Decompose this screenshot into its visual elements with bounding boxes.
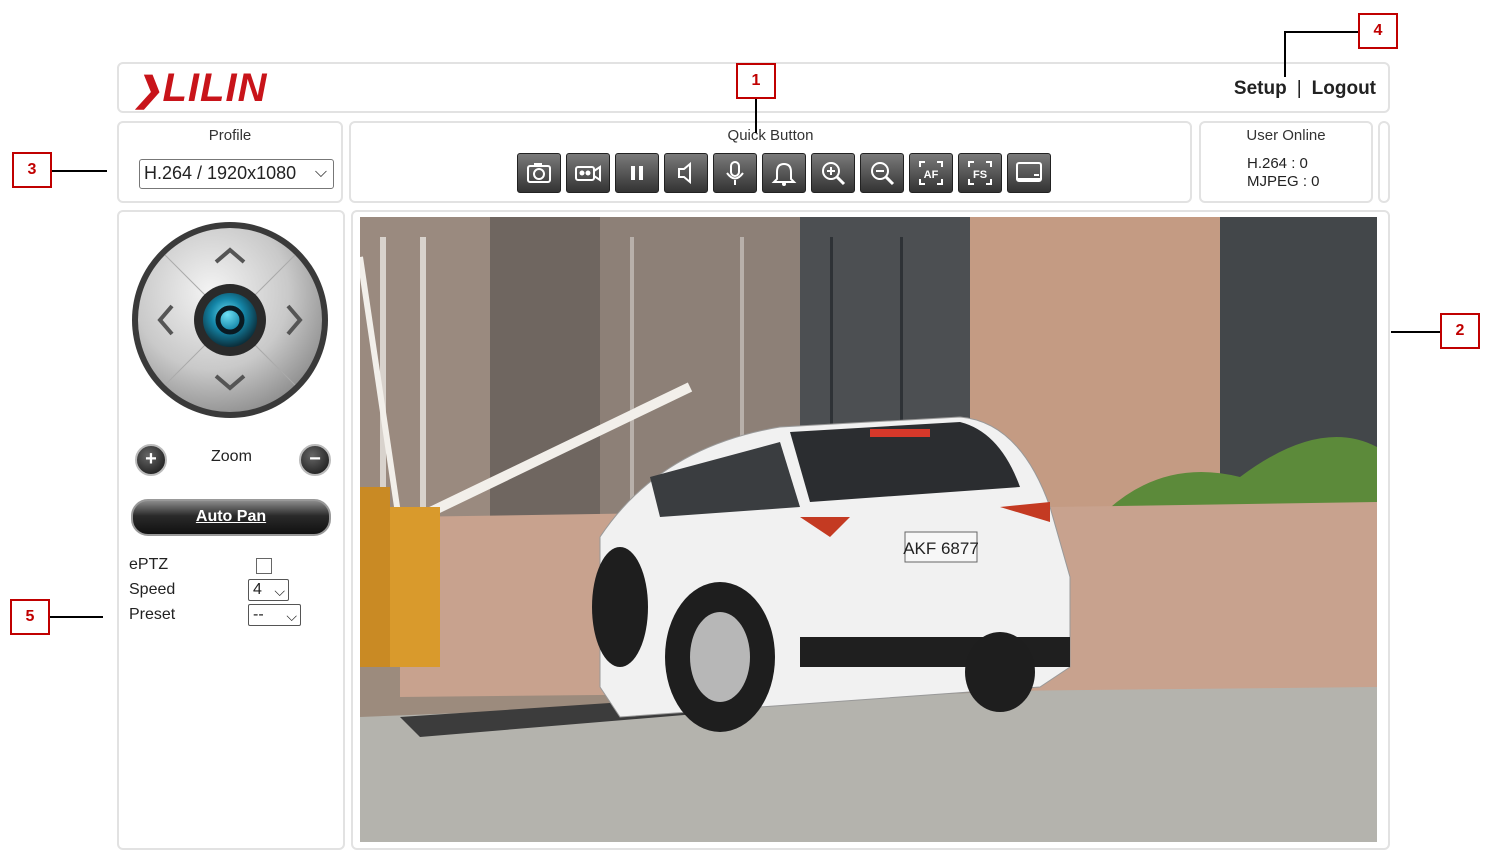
svg-text:AF: AF bbox=[924, 169, 939, 181]
header-links: Setup | Logout bbox=[1234, 78, 1376, 100]
callout-2-line bbox=[1391, 331, 1440, 333]
callout-1: 1 bbox=[736, 63, 776, 99]
callout-3: 3 bbox=[12, 152, 52, 188]
speed-label: Speed bbox=[129, 581, 176, 598]
autofocus-button[interactable]: AF bbox=[909, 153, 953, 193]
quick-button-title: Quick Button bbox=[727, 127, 814, 144]
speaker-icon bbox=[678, 161, 691, 185]
display-button[interactable] bbox=[1007, 153, 1051, 193]
chevron-down-icon: ⌵ bbox=[286, 608, 297, 624]
h264-count: H.264 : 0 bbox=[1247, 155, 1308, 172]
license-plate: AKF 6877 bbox=[903, 539, 979, 558]
eptz-label: ePTZ bbox=[129, 556, 169, 573]
autofocus-icon: AF bbox=[919, 161, 943, 185]
zoom-label: Zoom bbox=[211, 448, 252, 465]
user-online-counts: H.264 : 0 MJPEG : 0 bbox=[1247, 155, 1320, 191]
quick-button-panel: Quick Button AF FS bbox=[349, 121, 1192, 203]
video-panel: AKF 6877 bbox=[351, 210, 1390, 850]
callout-1-line bbox=[755, 99, 757, 133]
zoom-out-button-ptz[interactable]: − bbox=[299, 444, 331, 476]
link-separator: | bbox=[1296, 78, 1302, 99]
ptz-panel: + Zoom − Auto Pan ePTZ Speed 4 ⌵ Preset … bbox=[117, 210, 345, 850]
logout-link[interactable]: Logout bbox=[1312, 78, 1376, 99]
user-online-panel: User Online H.264 : 0 MJPEG : 0 bbox=[1199, 121, 1373, 203]
fullscreen-icon: FS bbox=[968, 161, 992, 185]
callout-5: 5 bbox=[10, 599, 50, 635]
speed-value: 4 bbox=[253, 581, 262, 598]
preset-label: Preset bbox=[129, 606, 176, 623]
mjpeg-count: MJPEG : 0 bbox=[1247, 173, 1320, 190]
alarm-button[interactable] bbox=[762, 153, 806, 193]
setup-link[interactable]: Setup bbox=[1234, 78, 1287, 99]
display-icon bbox=[1016, 162, 1042, 182]
bell-icon bbox=[771, 162, 797, 186]
snapshot-icon bbox=[527, 163, 551, 183]
profile-select-value: H.264 / 1920x1080 bbox=[144, 163, 297, 183]
camera-scene-image: AKF 6877 bbox=[360, 217, 1377, 842]
callout-5-line bbox=[50, 616, 103, 618]
profile-panel: Profile H.264 / 1920x1080 ⌵ bbox=[117, 121, 343, 203]
quick-button-row: AF FS bbox=[517, 153, 1051, 193]
lilin-logo: ❯LILIN bbox=[133, 66, 268, 110]
callout-4-line-h bbox=[1284, 31, 1358, 33]
record-icon bbox=[575, 165, 601, 182]
zoom-out-icon bbox=[871, 162, 895, 186]
speaker-button[interactable] bbox=[664, 153, 708, 193]
callout-4-line-v bbox=[1284, 31, 1286, 77]
speed-select[interactable]: 4 ⌵ bbox=[248, 579, 289, 601]
ptz-dial bbox=[132, 222, 328, 418]
right-panel-edge bbox=[1378, 121, 1390, 203]
zoom-in-button-ptz[interactable]: + bbox=[135, 444, 167, 476]
auto-pan-button[interactable]: Auto Pan bbox=[131, 499, 331, 536]
preset-select[interactable]: -- ⌵ bbox=[248, 604, 301, 626]
callout-3-line bbox=[52, 170, 107, 172]
profile-title: Profile bbox=[208, 127, 252, 144]
user-online-title: User Online bbox=[1246, 127, 1326, 144]
zoom-in-icon bbox=[822, 162, 846, 186]
zoom-out-button[interactable] bbox=[860, 153, 904, 193]
chevron-down-icon: ⌵ bbox=[274, 583, 285, 599]
live-video-view[interactable]: AKF 6877 bbox=[360, 217, 1377, 842]
eptz-checkbox[interactable] bbox=[256, 558, 272, 574]
preset-value: -- bbox=[253, 606, 264, 623]
microphone-icon bbox=[726, 161, 744, 185]
zoom-in-button[interactable] bbox=[811, 153, 855, 193]
callout-2: 2 bbox=[1440, 313, 1480, 349]
pause-icon bbox=[631, 166, 643, 180]
svg-text:FS: FS bbox=[973, 169, 987, 181]
snapshot-button[interactable] bbox=[517, 153, 561, 193]
pause-button[interactable] bbox=[615, 153, 659, 193]
callout-4: 4 bbox=[1358, 13, 1398, 49]
fullscreen-button[interactable]: FS bbox=[958, 153, 1002, 193]
microphone-button[interactable] bbox=[713, 153, 757, 193]
record-button[interactable] bbox=[566, 153, 610, 193]
profile-select[interactable]: H.264 / 1920x1080 ⌵ bbox=[139, 159, 334, 189]
chevron-down-icon: ⌵ bbox=[314, 164, 327, 181]
